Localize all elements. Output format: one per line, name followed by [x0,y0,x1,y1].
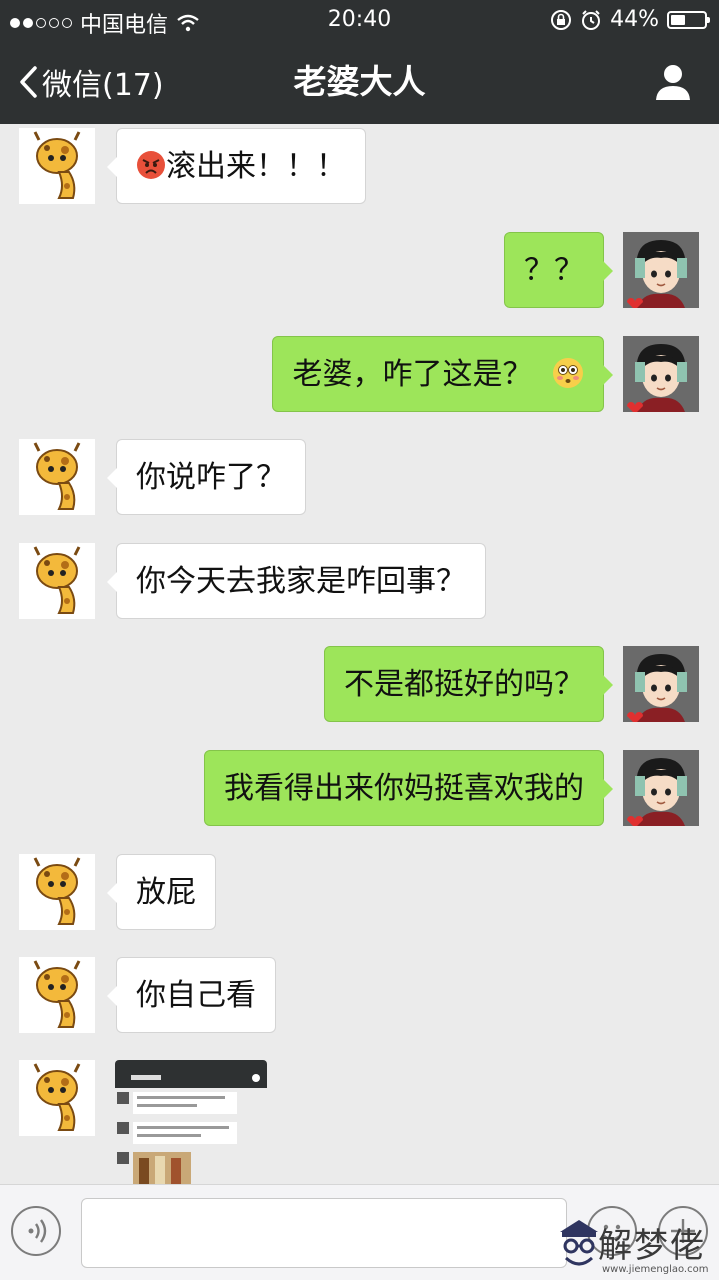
contact-avatar[interactable] [19,1060,95,1136]
boy-avatar-icon [623,232,699,308]
voice-icon [28,1219,47,1243]
giraffe-avatar-icon [19,543,95,619]
status-right: 44% [550,7,710,32]
boy-avatar-icon [623,646,699,722]
contact-avatar[interactable] [19,854,95,930]
profile-icon[interactable] [653,62,693,102]
status-bar: 中国电信 20:40 44% [0,0,719,40]
boy-avatar-icon [623,336,699,412]
giraffe-avatar-icon [19,1060,95,1136]
message-text: 不是都挺好的吗？ [344,667,584,702]
giraffe-avatar-icon [19,128,95,204]
chat-area[interactable]: 滚出来！！！ ？？ 老婆，咋了这是？ 你说咋了？ 你今天去我家是咋回事？ 不是都… [0,124,719,1184]
my-avatar[interactable] [623,750,699,826]
battery-icon [667,10,710,29]
my-avatar[interactable] [623,336,699,412]
watermark-url: www.jiemenglao.com [602,1264,709,1275]
contact-avatar[interactable] [19,128,95,204]
rotation-lock-icon [551,9,572,30]
received-message-bubble[interactable]: 你自己看 [107,957,276,1033]
my-avatar[interactable] [623,232,699,308]
received-message-bubble[interactable]: 滚出来！！！ [107,128,366,204]
sent-message-bubble[interactable]: 我看得出来你妈挺喜欢我的 [204,750,613,826]
giraffe-avatar-icon [19,957,95,1033]
alarm-icon [582,9,601,30]
boy-avatar-icon [623,750,699,826]
contact-avatar[interactable] [19,543,95,619]
watermark-text: 解梦佬 [598,1226,706,1266]
navigation-bar: 微信(17) 老婆大人 [0,40,719,124]
my-avatar[interactable] [623,646,699,722]
giraffe-avatar-icon [19,439,95,515]
sent-message-bubble[interactable]: 老婆，咋了这是？ [272,336,613,412]
image-message-thumbnail[interactable] [115,1060,267,1184]
message-text: 你自己看 [136,978,256,1013]
giraffe-avatar-icon [19,854,95,930]
message-text: 放屁 [136,875,196,910]
message-text: 老婆，咋了这是？ [292,357,533,392]
message-text: 你说咋了？ [136,460,286,495]
contact-avatar[interactable] [19,957,95,1033]
sent-message-bubble[interactable]: ？？ [504,232,613,308]
flushed-face-emoji-icon [553,357,583,388]
chat-title: 老婆大人 [293,62,426,101]
detective-logo-icon [560,1220,598,1266]
received-message-bubble[interactable]: 你说咋了？ [107,439,306,515]
site-watermark: 解梦佬 www.jiemenglao.com [556,1214,716,1280]
battery-percent: 44% [610,7,659,32]
message-text-input[interactable] [81,1198,567,1268]
sent-message-bubble[interactable]: 不是都挺好的吗？ [324,646,613,722]
screenshot-thumbnail-image [115,1060,267,1184]
angry-face-emoji-icon [137,150,165,179]
message-text: ？？ [524,253,584,288]
message-text: 我看得出来你妈挺喜欢我的 [224,771,584,806]
message-text: 滚出来！！！ [166,149,346,184]
message-text: 你今天去我家是咋回事？ [136,564,466,599]
received-message-bubble[interactable]: 放屁 [107,854,216,930]
received-message-bubble[interactable]: 你今天去我家是咋回事？ [107,543,486,619]
voice-input-button[interactable] [11,1206,61,1256]
contact-avatar[interactable] [19,439,95,515]
